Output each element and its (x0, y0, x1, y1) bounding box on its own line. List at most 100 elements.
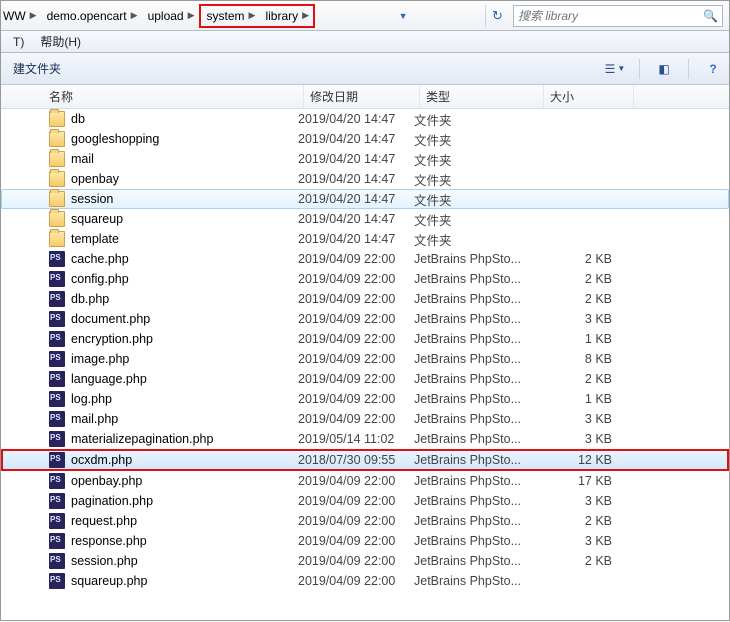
file-list[interactable]: db2019/04/20 14:47文件夹googleshopping2019/… (1, 109, 729, 622)
list-item[interactable]: pagination.php2019/04/09 22:00JetBrains … (1, 491, 729, 511)
file-name: pagination.php (71, 494, 298, 508)
folder-icon (49, 231, 65, 247)
file-type: JetBrains PhpSto... (414, 392, 538, 406)
list-item[interactable]: request.php2019/04/09 22:00JetBrains Php… (1, 511, 729, 531)
list-item[interactable]: log.php2019/04/09 22:00JetBrains PhpSto.… (1, 389, 729, 409)
file-name: language.php (71, 372, 298, 386)
search-input[interactable] (518, 9, 703, 23)
list-item[interactable]: response.php2019/04/09 22:00JetBrains Ph… (1, 531, 729, 551)
file-icon (49, 371, 65, 387)
file-size: 2 KB (538, 554, 628, 568)
list-item[interactable]: cache.php2019/04/09 22:00JetBrains PhpSt… (1, 249, 729, 269)
file-type: 文件夹 (414, 130, 538, 149)
list-item[interactable]: encryption.php2019/04/09 22:00JetBrains … (1, 329, 729, 349)
file-date: 2019/04/09 22:00 (298, 534, 414, 548)
file-date: 2019/04/09 22:00 (298, 312, 414, 326)
file-date: 2019/04/09 22:00 (298, 372, 414, 386)
new-folder-button[interactable]: 建文件夹 (7, 60, 67, 77)
search-icon: 🔍 (703, 9, 718, 23)
file-name: ocxdm.php (71, 453, 298, 467)
file-date: 2019/04/09 22:00 (298, 352, 414, 366)
file-icon (49, 493, 65, 509)
chevron-right-icon[interactable]: ▶ (131, 10, 138, 21)
file-name: template (71, 232, 298, 246)
file-name: config.php (71, 272, 298, 286)
file-type: JetBrains PhpSto... (414, 574, 538, 588)
breadcrumb-label: upload (148, 9, 184, 23)
list-item[interactable]: image.php2019/04/09 22:00JetBrains PhpSt… (1, 349, 729, 369)
file-date: 2019/04/09 22:00 (298, 514, 414, 528)
list-item[interactable]: session.php2019/04/09 22:00JetBrains Php… (1, 551, 729, 571)
file-date: 2019/04/09 22:00 (298, 332, 414, 346)
list-item[interactable]: materializepagination.php2019/05/14 11:0… (1, 429, 729, 449)
view-options-button[interactable]: ☰ ▼ (605, 60, 625, 78)
list-item[interactable]: config.php2019/04/09 22:00JetBrains PhpS… (1, 269, 729, 289)
folder-icon (49, 131, 65, 147)
list-item[interactable]: openbay.php2019/04/09 22:00JetBrains Php… (1, 471, 729, 491)
file-name: openbay.php (71, 474, 298, 488)
chevron-right-icon[interactable]: ▶ (188, 10, 195, 21)
file-name: db (71, 112, 298, 126)
column-date[interactable]: 修改日期 (304, 85, 420, 108)
list-item[interactable]: squareup2019/04/20 14:47文件夹 (1, 209, 729, 229)
list-item[interactable]: db2019/04/20 14:47文件夹 (1, 109, 729, 129)
file-type: JetBrains PhpSto... (414, 453, 538, 467)
file-icon (49, 411, 65, 427)
file-size: 3 KB (538, 432, 628, 446)
file-type: 文件夹 (414, 190, 538, 209)
chevron-right-icon[interactable]: ▶ (302, 10, 309, 21)
column-type[interactable]: 类型 (420, 85, 544, 108)
file-name: request.php (71, 514, 298, 528)
refresh-button[interactable]: ↻ (485, 5, 509, 27)
list-item[interactable]: squareup.php2019/04/09 22:00JetBrains Ph… (1, 571, 729, 591)
list-item[interactable]: language.php2019/04/09 22:00JetBrains Ph… (1, 369, 729, 389)
file-size: 3 KB (538, 312, 628, 326)
list-item[interactable]: mail.php2019/04/09 22:00JetBrains PhpSto… (1, 409, 729, 429)
preview-pane-button[interactable]: ◧ (654, 60, 674, 78)
list-item[interactable]: template2019/04/20 14:47文件夹 (1, 229, 729, 249)
help-button[interactable]: ? (703, 60, 723, 78)
list-item[interactable]: session2019/04/20 14:47文件夹 (1, 189, 729, 209)
file-type: 文件夹 (414, 110, 538, 129)
dropdown-icon[interactable]: ▼ (399, 11, 408, 21)
file-icon (49, 291, 65, 307)
file-date: 2019/04/20 14:47 (298, 112, 414, 126)
file-type: JetBrains PhpSto... (414, 514, 538, 528)
file-size: 2 KB (538, 252, 628, 266)
file-date: 2019/04/20 14:47 (298, 132, 414, 146)
file-name: session.php (71, 554, 298, 568)
file-date: 2019/04/09 22:00 (298, 412, 414, 426)
file-name: openbay (71, 172, 298, 186)
list-item[interactable]: document.php2019/04/09 22:00JetBrains Ph… (1, 309, 729, 329)
column-headers: 名称 修改日期 类型 大小 (1, 85, 729, 109)
column-size[interactable]: 大小 (544, 85, 634, 108)
menu-item-help[interactable]: 帮助(H) (32, 33, 89, 50)
file-icon (49, 391, 65, 407)
search-box[interactable]: 🔍 (513, 5, 723, 27)
file-date: 2019/04/09 22:00 (298, 494, 414, 508)
file-type: 文件夹 (414, 230, 538, 249)
file-date: 2019/04/20 14:47 (298, 212, 414, 226)
folder-icon (49, 111, 65, 127)
list-item[interactable]: db.php2019/04/09 22:00JetBrains PhpSto..… (1, 289, 729, 309)
file-name: log.php (71, 392, 298, 406)
list-item[interactable]: mail2019/04/20 14:47文件夹 (1, 149, 729, 169)
chevron-right-icon[interactable]: ▶ (249, 10, 256, 21)
breadcrumb-item[interactable]: demo.opencart ▶ (41, 5, 142, 27)
breadcrumb-item[interactable]: WW ▶ (1, 5, 41, 27)
folder-icon (49, 151, 65, 167)
list-item[interactable]: openbay2019/04/20 14:47文件夹 (1, 169, 729, 189)
column-name[interactable]: 名称 (1, 85, 304, 108)
folder-icon (49, 191, 65, 207)
list-item[interactable]: ocxdm.php2018/07/30 09:55JetBrains PhpSt… (1, 449, 729, 471)
breadcrumb-item[interactable]: library ▶ (259, 5, 313, 27)
file-icon (49, 311, 65, 327)
breadcrumb-item[interactable]: system ▶ (201, 5, 260, 27)
file-date: 2019/04/09 22:00 (298, 292, 414, 306)
menu-item[interactable]: T) (5, 35, 32, 49)
breadcrumb-item[interactable]: upload ▶ (142, 5, 199, 27)
list-item[interactable]: googleshopping2019/04/20 14:47文件夹 (1, 129, 729, 149)
file-date: 2019/04/09 22:00 (298, 574, 414, 588)
breadcrumb-label: WW (3, 9, 26, 23)
chevron-right-icon[interactable]: ▶ (30, 10, 37, 21)
